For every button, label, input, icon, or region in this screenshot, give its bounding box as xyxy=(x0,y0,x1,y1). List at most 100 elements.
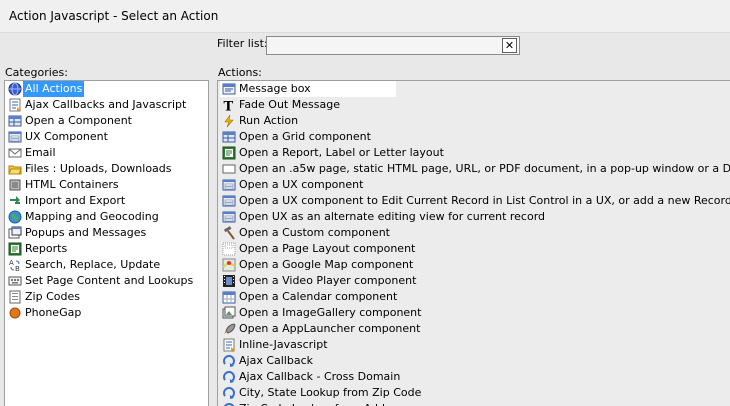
filter-field: ✕ xyxy=(266,36,520,55)
filter-input[interactable] xyxy=(269,38,501,55)
category-item[interactable]: Zip Codes xyxy=(6,289,208,305)
container-icon xyxy=(8,178,22,192)
zip-lookup-icon xyxy=(222,386,236,400)
actions-list[interactable]: Message box T Fade Out Message Run Action Op… xyxy=(217,80,730,406)
script-icon xyxy=(8,98,22,112)
grid-icon xyxy=(8,114,22,128)
action-item[interactable]: Message box xyxy=(220,81,396,97)
category-item-label: All Actions xyxy=(23,81,85,97)
action-item-label: Open a Report, Label or Letter layout xyxy=(239,146,444,159)
text-t-icon: T xyxy=(222,98,236,113)
action-item[interactable]: Open a Video Player component xyxy=(220,273,730,289)
category-item[interactable]: HTML Containers xyxy=(6,177,208,193)
lightning-icon xyxy=(222,114,236,128)
category-item-label: HTML Containers xyxy=(25,178,119,191)
action-item[interactable]: City, State Lookup from Zip Code xyxy=(220,385,730,401)
category-item[interactable]: UX Component xyxy=(6,129,208,145)
zip-lookup-icon xyxy=(222,402,236,406)
action-item[interactable]: Open UX as an alternate editing view for… xyxy=(220,209,730,225)
rocket-icon xyxy=(222,322,236,336)
search-replace-icon: AB xyxy=(8,258,22,272)
action-item-label: Open a UX component xyxy=(239,178,364,191)
action-item[interactable]: T Fade Out Message xyxy=(220,97,730,113)
category-item-label: PhoneGap xyxy=(25,306,82,319)
image-gallery-icon xyxy=(222,306,236,320)
action-item[interactable]: Open a UX component xyxy=(220,177,730,193)
action-item-label: Inline-Javascript xyxy=(239,338,328,351)
action-item-label: Open UX as an alternate editing view for… xyxy=(239,210,546,223)
action-item-label: Message box xyxy=(239,82,311,95)
calendar-icon xyxy=(222,290,236,304)
svg-text:T: T xyxy=(224,100,234,113)
action-item[interactable]: Open a Page Layout component xyxy=(220,241,730,257)
form-icon xyxy=(8,130,22,144)
action-item[interactable]: Open a ImageGallery component xyxy=(220,305,730,321)
action-item-label: Run Action xyxy=(239,114,299,127)
action-item[interactable]: Inline-Javascript xyxy=(220,337,730,353)
action-item[interactable]: Open a Google Map component xyxy=(220,257,730,273)
category-item[interactable]: Ajax Callbacks and Javascript xyxy=(6,97,208,113)
film-icon xyxy=(222,274,236,288)
action-item[interactable]: Open a AppLauncher component xyxy=(220,321,730,337)
category-item[interactable]: Set Page Content and Lookups xyxy=(6,273,208,289)
category-item-label: Search, Replace, Update xyxy=(25,258,161,271)
category-item[interactable]: Email xyxy=(6,145,208,161)
action-item-label: Fade Out Message xyxy=(239,98,340,111)
action-item-label: Open a Video Player component xyxy=(239,274,417,287)
action-item[interactable]: Zip Code Lookup from Address xyxy=(220,401,730,406)
action-item-label: Open a ImageGallery component xyxy=(239,306,422,319)
category-item[interactable]: PhoneGap xyxy=(6,305,208,321)
category-item[interactable]: Open a Component xyxy=(6,113,208,129)
action-item-label: Open a UX component to Edit Current Reco… xyxy=(239,194,730,207)
message-box-icon xyxy=(222,82,236,96)
map-globe-icon xyxy=(8,210,22,224)
action-item-label: Open an .a5w page, static HTML page, URL… xyxy=(239,162,730,175)
action-item-label: Ajax Callback - Cross Domain xyxy=(239,370,401,383)
action-item[interactable]: Open a Custom component xyxy=(220,225,730,241)
filter-label: Filter list: xyxy=(217,37,268,50)
grid-icon xyxy=(222,130,236,144)
category-item-label: Import and Export xyxy=(25,194,126,207)
category-item[interactable]: Reports xyxy=(6,241,208,257)
email-icon xyxy=(8,146,22,160)
action-item-label: Open a Calendar component xyxy=(239,290,398,303)
hammer-icon xyxy=(222,226,236,240)
category-item-label: Open a Component xyxy=(25,114,132,127)
categories-list[interactable]: All Actions Ajax Callbacks and Javascript… xyxy=(4,80,209,406)
category-item-label: Files : Uploads, Downloads xyxy=(25,162,172,175)
phonegap-icon xyxy=(8,306,22,320)
form-icon xyxy=(222,194,236,208)
category-item-label: Zip Codes xyxy=(25,290,80,303)
category-item[interactable]: Popups and Messages xyxy=(6,225,208,241)
action-item[interactable]: Open a Calendar component xyxy=(220,289,730,305)
action-item-label: Ajax Callback xyxy=(239,354,314,367)
clear-filter-button[interactable]: ✕ xyxy=(502,38,517,53)
action-item[interactable]: Open a Grid component xyxy=(220,129,730,145)
window-icon xyxy=(222,162,236,176)
form-icon xyxy=(222,178,236,192)
popup-icon xyxy=(8,226,22,240)
action-item[interactable]: Run Action xyxy=(220,113,730,129)
action-item[interactable]: Open a Report, Label or Letter layout xyxy=(220,145,730,161)
action-item[interactable]: Ajax Callback - Cross Domain xyxy=(220,369,730,385)
import-export-icon xyxy=(8,194,22,208)
script-icon xyxy=(222,338,236,352)
keyboard-icon xyxy=(8,274,22,288)
window-title: Action Javascript - Select an Action xyxy=(9,9,219,23)
categories-label: Categories: xyxy=(5,66,68,79)
action-item[interactable]: Open a UX component to Edit Current Reco… xyxy=(220,193,730,209)
action-item-label: Open a Grid component xyxy=(239,130,371,143)
action-item-label: Open a Page Layout component xyxy=(239,242,416,255)
action-item-label: Zip Code Lookup from Address xyxy=(239,401,408,406)
category-item-label: Email xyxy=(25,146,56,159)
category-item[interactable]: Import and Export xyxy=(6,193,208,209)
category-item[interactable]: Files : Uploads, Downloads xyxy=(6,161,208,177)
action-item[interactable]: Ajax Callback xyxy=(220,353,730,369)
action-item[interactable]: Open an .a5w page, static HTML page, URL… xyxy=(220,161,730,177)
action-item-label: Open a Google Map component xyxy=(239,258,414,271)
svg-text:B: B xyxy=(15,265,20,272)
category-item[interactable]: A B Search, Replace, Update xyxy=(6,257,208,273)
category-item-label: Mapping and Geocoding xyxy=(25,210,159,223)
category-item[interactable]: All Actions xyxy=(6,81,208,97)
category-item[interactable]: Mapping and Geocoding xyxy=(6,209,208,225)
